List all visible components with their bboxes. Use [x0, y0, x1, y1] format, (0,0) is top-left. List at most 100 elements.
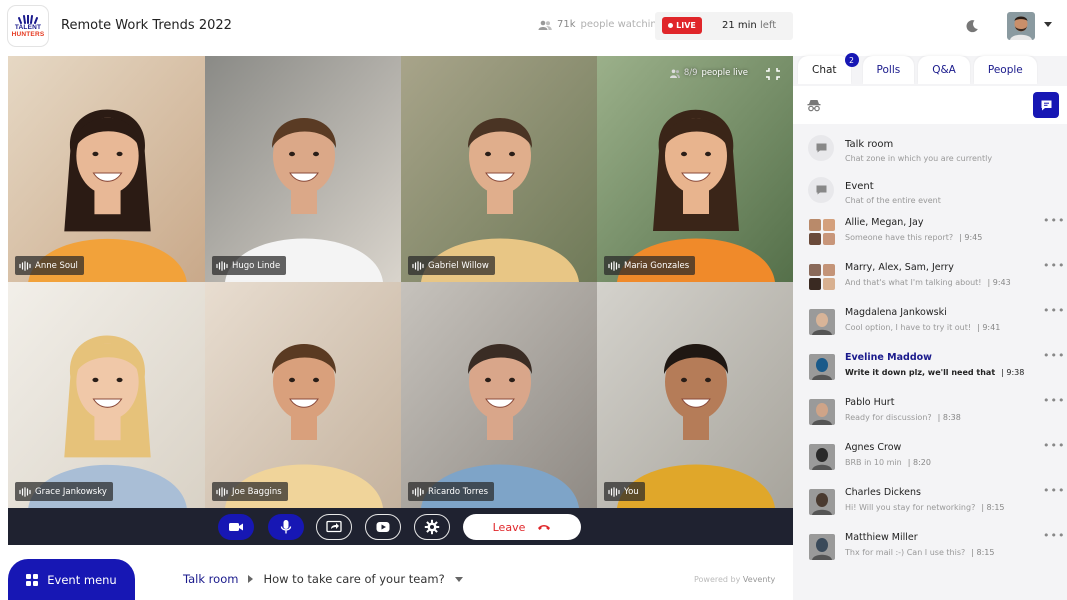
conversation-item[interactable]: Matthiew Miller Thx for mail :-) Can I u… — [793, 523, 1067, 568]
conversation-time: | 8:15 — [981, 503, 1005, 512]
video-tile[interactable]: You — [597, 282, 793, 508]
participant-name-tag: Gabriel Willow — [408, 256, 495, 275]
topic-chevron-down-icon[interactable] — [454, 576, 463, 582]
participant-name-tag: Maria Gonzales — [604, 256, 696, 275]
leave-call-button[interactable]: Leave — [463, 514, 581, 540]
participant-name: You — [624, 486, 639, 497]
video-tile[interactable]: Maria Gonzales — [597, 56, 793, 282]
settings-button[interactable] — [414, 514, 450, 540]
more-options-icon[interactable]: ••• — [1043, 530, 1065, 541]
more-options-icon[interactable]: ••• — [1043, 215, 1065, 226]
event-menu-button[interactable]: Event menu — [8, 559, 135, 600]
contact-avatar — [809, 444, 835, 470]
more-options-icon[interactable]: ••• — [1043, 350, 1065, 361]
more-options-icon[interactable]: ••• — [1043, 485, 1065, 496]
conversation-time: | 8:20 — [907, 458, 931, 467]
gear-icon — [424, 519, 440, 535]
time-left-unit: left — [759, 20, 777, 31]
breadcrumb-separator-icon — [248, 575, 254, 583]
room-item-talk-room[interactable]: Talk room Chat zone in which you are cur… — [793, 124, 1067, 166]
tab-qa[interactable]: Q&A — [918, 56, 970, 84]
event-menu-label: Event menu — [47, 572, 117, 587]
audio-wave-icon — [608, 260, 620, 271]
tab-polls[interactable]: Polls — [862, 56, 915, 84]
collapse-view-icon[interactable] — [765, 67, 781, 81]
more-options-icon[interactable]: ••• — [1043, 395, 1065, 406]
screen-share-icon — [326, 520, 342, 533]
video-tile[interactable]: Gabriel Willow — [401, 56, 597, 282]
conversation-message: Write it down plz, we'll need that — [845, 368, 996, 377]
participant-video-image — [401, 282, 597, 508]
audio-wave-icon — [216, 260, 228, 271]
video-tile[interactable]: Anne Soul — [8, 56, 205, 282]
conversation-time: | 9:43 — [987, 278, 1011, 287]
conversation-preview: Hi! Will you stay for networking? | 8:15 — [845, 503, 1005, 512]
participant-name-tag: Joe Baggins — [212, 482, 288, 501]
conversation-item[interactable]: Pablo Hurt Ready for discussion? | 8:38 •… — [793, 388, 1067, 433]
video-camera-icon — [229, 523, 243, 531]
microphone-toggle-button[interactable] — [268, 514, 304, 540]
participant-name-tag: Grace Jankowsky — [15, 482, 113, 501]
dark-mode-moon-icon[interactable] — [964, 18, 980, 34]
microphone-icon — [280, 520, 292, 534]
participant-name-tag: You — [604, 482, 645, 501]
powered-by-brand: Veventy — [742, 575, 776, 584]
contact-avatar — [809, 534, 835, 560]
conversation-item[interactable]: Marry, Alex, Sam, Jerry And that's what … — [793, 253, 1067, 298]
conversation-message: Cool option, I have to try it out! — [845, 323, 972, 332]
new-message-button[interactable] — [1033, 92, 1059, 118]
conversation-message: BRB in 10 min — [845, 458, 902, 467]
tab-people[interactable]: People — [973, 56, 1037, 84]
audio-wave-icon — [412, 260, 424, 271]
grid-menu-icon — [26, 573, 39, 586]
breadcrumb-room-link[interactable]: Talk room — [183, 572, 238, 586]
participant-video-image — [8, 282, 205, 508]
video-tile[interactable]: Grace Jankowsky — [8, 282, 205, 508]
play-video-button[interactable] — [365, 514, 401, 540]
participant-name: Gabriel Willow — [428, 260, 489, 271]
conversation-message: Hi! Will you stay for networking? — [845, 503, 976, 512]
people-live-count: 8/9 — [683, 68, 698, 78]
group-avatar — [809, 219, 835, 245]
conversation-item[interactable]: Charles Dickens Hi! Will you stay for ne… — [793, 478, 1067, 523]
participant-video-image — [597, 56, 793, 282]
conversation-preview: Someone have this report? | 9:45 — [845, 233, 982, 242]
breadcrumb-topic[interactable]: How to take care of your team? — [263, 572, 444, 586]
conversation-item[interactable]: Magdalena Jankowski Cool option, I have … — [793, 298, 1067, 343]
camera-toggle-button[interactable] — [218, 514, 254, 540]
chat-list: Talk room Chat zone in which you are cur… — [793, 124, 1067, 568]
conversation-time: | 8:38 — [937, 413, 961, 422]
conversation-name: Charles Dickens — [845, 487, 921, 498]
call-control-bar: Leave — [8, 508, 793, 545]
participant-name-tag: Ricardo Torres — [408, 482, 495, 501]
room-item-event[interactable]: Event Chat of the entire event — [793, 166, 1067, 208]
participant-name-tag: Anne Soul — [15, 256, 84, 275]
share-screen-button[interactable] — [316, 514, 352, 540]
conversation-item[interactable]: Eveline Maddow Write it down plz, we'll … — [793, 343, 1067, 388]
talent-hunters-logo[interactable]: TALENT HUNTERS — [8, 6, 48, 46]
conversation-preview: BRB in 10 min | 8:20 — [845, 458, 931, 467]
tab-chat-label: Chat — [812, 64, 837, 76]
conversation-item[interactable]: Agnes Crow BRB in 10 min | 8:20 ••• — [793, 433, 1067, 478]
video-grid: You Ricardo Torres Joe Baggins Grace Jan… — [8, 56, 793, 508]
more-options-icon[interactable]: ••• — [1043, 305, 1065, 316]
tab-chat[interactable]: Chat 2 — [798, 53, 859, 84]
more-options-icon[interactable]: ••• — [1043, 440, 1065, 451]
conversation-name: Marry, Alex, Sam, Jerry — [845, 262, 954, 273]
new-message-icon — [1041, 100, 1051, 110]
chat-bubble-icon — [808, 177, 834, 203]
user-avatar[interactable] — [1007, 12, 1035, 40]
chat-unread-badge: 2 — [844, 53, 859, 67]
incognito-icon[interactable] — [807, 98, 821, 112]
contact-avatar — [809, 354, 835, 380]
participant-video-image — [205, 282, 401, 508]
user-menu-chevron-down-icon[interactable] — [1044, 22, 1052, 27]
more-options-icon[interactable]: ••• — [1043, 260, 1065, 271]
video-tile[interactable]: Hugo Linde — [205, 56, 401, 282]
top-header: TALENT HUNTERS Remote Work Trends 2022 7… — [0, 0, 1067, 55]
video-tile[interactable]: Ricardo Torres — [401, 282, 597, 508]
live-dot-icon — [668, 23, 674, 28]
event-title: Remote Work Trends 2022 — [61, 18, 232, 33]
video-tile[interactable]: Joe Baggins — [205, 282, 401, 508]
conversation-item[interactable]: Allie, Megan, Jay Someone have this repo… — [793, 208, 1067, 253]
